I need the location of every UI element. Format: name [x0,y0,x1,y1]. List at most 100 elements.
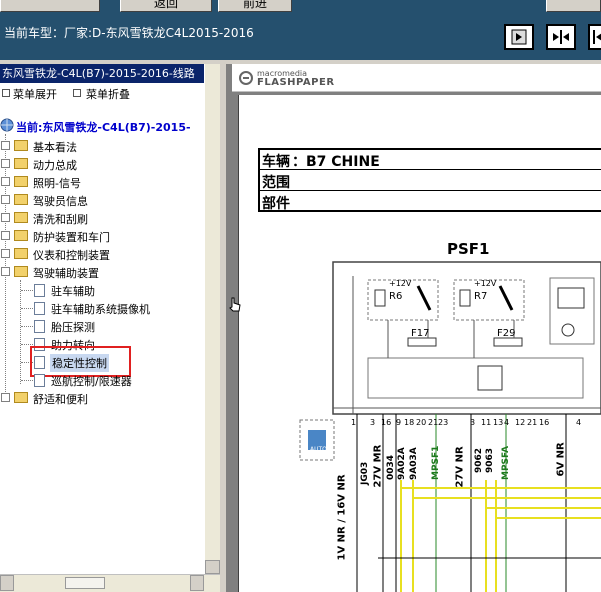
pin-label: 13 [493,418,504,427]
tree-item-driving-assist[interactable]: 驾驶辅助装置 [33,265,99,281]
wire-label: 1V NR / 16V NR [336,474,348,561]
wire-label: JG03 [360,461,370,485]
folder-icon [14,230,28,241]
relay-label: R7 [474,291,488,302]
tree-item[interactable]: 仪表和控制装置 [33,247,110,263]
more-icon [593,30,601,44]
vehicle-value: ：B7 CHINE [292,154,380,170]
tree-item[interactable]: 驾驶员信息 [33,193,88,209]
expand-all-link[interactable]: 菜单展开 [13,86,57,102]
tree-item[interactable]: 动力总成 [33,157,77,173]
globe-icon [0,118,14,132]
tree-line [21,290,33,291]
expand-all-icon [2,89,10,97]
more-button[interactable] [588,24,601,50]
expand-toggle[interactable] [1,195,10,204]
tree-line [21,326,33,327]
tree-item[interactable]: 防护装置和车门 [33,229,110,245]
relay-label: R6 [389,291,403,302]
pin-label: 3 [470,418,476,427]
pin-label: 4 [576,418,582,427]
pin-label: 16 [539,418,550,427]
expand-toggle[interactable] [1,159,10,168]
expand-toggle[interactable] [1,249,10,258]
collapse-toggle[interactable] [1,267,10,276]
folder-icon [14,248,28,259]
tree-line [21,344,33,345]
flashpaper-logo-icon [239,71,253,85]
scroll-thumb[interactable] [65,577,105,589]
page-icon [34,374,45,387]
voltage-label: +12V [474,279,497,288]
wire-label: 6V NR [555,442,567,477]
open-folder-icon [14,266,28,277]
page-icon [34,320,45,333]
expand-toggle[interactable] [1,213,10,222]
tree-line [20,280,21,384]
pin-label: 4 [504,418,510,427]
tree-item[interactable]: 照明-信号 [33,175,81,191]
pin-label: 21 [428,418,439,427]
pin-label: 12 [515,418,526,427]
folder-icon [14,194,28,205]
tree-line [21,308,33,309]
fuse-label: F29 [497,328,516,339]
scroll-down-arrow-icon[interactable] [205,560,220,574]
tree-item[interactable]: 舒适和便利 [33,391,88,407]
pin-label: 3 [370,418,376,427]
vehicle-title: 当前车型：厂家:D-东风雪铁龙C4L2015-2016 [4,26,254,40]
wire-label: 27V MR [372,444,384,488]
fuse-label: F17 [411,328,430,339]
tree-subitem[interactable]: 巡航控制/限速器 [51,373,132,389]
auto-label: AUTO [310,446,327,453]
tree-item[interactable]: 清洗和刮刷 [33,211,88,227]
back-button[interactable]: 返回 [120,0,212,12]
collapse-all-link[interactable]: 菜单折叠 [86,86,130,102]
page-icon [34,284,45,297]
folder-icon [14,140,28,151]
expand-toggle[interactable] [1,177,10,186]
diagram-title: PSF1 [447,240,490,258]
voltage-label: +12V [389,279,412,288]
expand-toggle[interactable] [1,231,10,240]
tree-horizontal-scrollbar[interactable] [0,574,220,592]
forward-button[interactable]: 前进 [218,0,292,12]
folder-icon [14,212,28,223]
pin-label: 18 [404,418,415,427]
tree-subitem[interactable]: 驻车辅助 [51,283,95,299]
tree-vertical-scrollbar[interactable] [205,64,220,574]
scope-label: 范围 [262,175,290,191]
pin-label: 9 [396,418,402,427]
expand-toggle[interactable] [1,393,10,402]
fit-width-button[interactable] [546,24,576,50]
page-icon [34,302,45,315]
expand-toggle[interactable] [1,141,10,150]
tree-subitem[interactable]: 胎压探测 [51,319,95,335]
brand-big: FLASHPAPER [257,77,335,88]
folder-icon [14,176,28,187]
wire-label: 9062 [474,447,484,473]
pin-label: 20 [416,418,427,427]
scroll-left-arrow-icon[interactable] [0,575,14,591]
pin-label: 11 [481,418,492,427]
wire-label: MPSFA [501,445,511,480]
fit-icon [553,30,569,44]
folder-icon [14,392,28,403]
wire-label: MPSF1 [431,445,441,480]
toolbar-right-button[interactable] [546,0,601,12]
toolbar-button-1[interactable] [0,0,100,12]
tree-header: 东风雪铁龙-C4L(B7)-2015-2016-线路 [0,64,204,83]
pin-label: 16 [381,418,392,427]
table-rule [258,190,601,191]
pin-label: 1 [351,418,357,427]
tree-subitem[interactable]: 驻车辅助系统摄像机 [51,301,150,317]
tree-item[interactable]: 基本看法 [33,139,77,155]
wire-label: 0034 [386,454,396,480]
pin-label: 23 [438,418,449,427]
wire-label: 9A02A [397,447,407,480]
next-page-button[interactable] [504,24,534,50]
scroll-right-arrow-icon[interactable] [190,575,204,591]
collapse-all-icon [73,89,81,97]
next-icon [511,29,527,45]
hand-cursor-icon [229,297,241,312]
